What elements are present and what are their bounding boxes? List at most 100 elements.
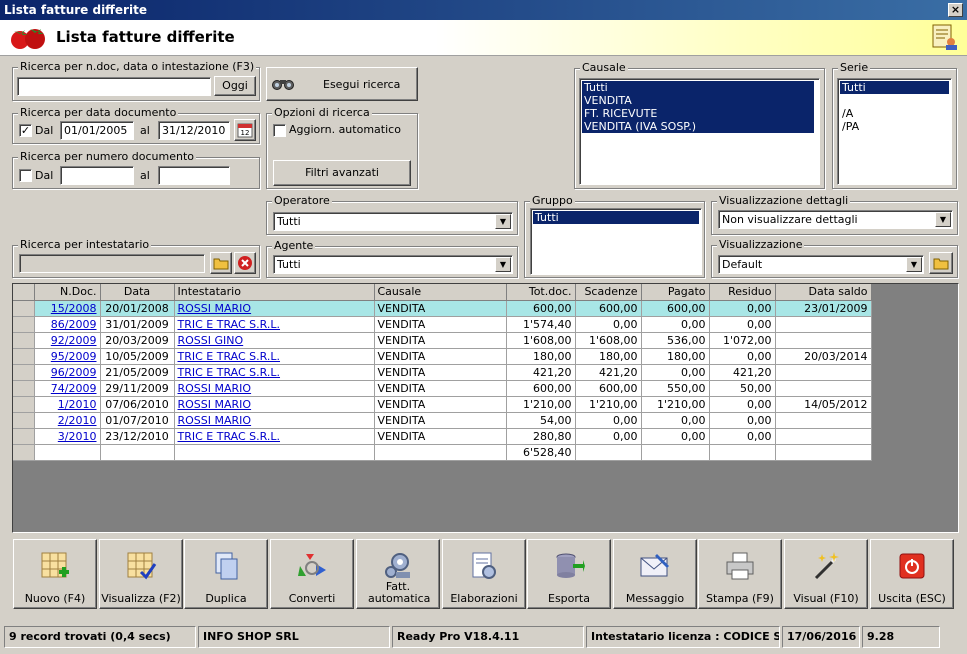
users-list-icon[interactable] — [931, 23, 959, 51]
doc-number-link[interactable]: 1/2010 — [58, 398, 97, 411]
customer-link[interactable]: ROSSI GINO — [178, 334, 244, 347]
gruppo-item[interactable]: Tutti — [533, 211, 699, 224]
table-cell: TRIC E TRAC S.R.L. — [174, 316, 375, 333]
chevron-down-icon[interactable]: ▼ — [935, 212, 951, 227]
table-cell: 1'210,00 — [506, 396, 576, 413]
row-selector[interactable] — [13, 396, 35, 413]
number-from-checkbox[interactable] — [19, 169, 32, 182]
doc-number-link[interactable]: 95/2009 — [51, 350, 97, 363]
column-header[interactable]: N.Doc. — [34, 284, 101, 301]
date-from-checkbox[interactable]: ✓ — [19, 124, 32, 137]
column-header[interactable]: Tot.doc. — [506, 284, 576, 301]
toolbar-button-convert[interactable]: Converti — [270, 539, 354, 609]
doc-number-link[interactable]: 15/2008 — [51, 302, 97, 315]
number-from-input[interactable] — [60, 166, 134, 185]
today-button[interactable]: Oggi — [214, 76, 256, 96]
row-selector[interactable] — [13, 348, 35, 365]
toolbar-button-wand[interactable]: Visual (F10) — [784, 539, 868, 609]
doc-number-link[interactable]: 74/2009 — [51, 382, 97, 395]
row-selector[interactable] — [13, 428, 35, 445]
causale-listbox[interactable]: Tutti VENDITA FT. RICEVUTE VENDITA (IVA … — [579, 78, 820, 185]
table-row[interactable]: 86/2009 31/01/2009 TRIC E TRAC S.R.L. VENDI… — [13, 316, 872, 333]
customer-link[interactable]: ROSSI MARIO — [178, 414, 252, 427]
text-search-input[interactable] — [17, 77, 211, 96]
details-view-select[interactable]: Non visualizzare dettagli ▼ — [718, 210, 953, 229]
toolbar-button-print[interactable]: Stampa (F9) — [698, 539, 782, 609]
column-header[interactable]: Data saldo — [775, 284, 872, 301]
column-header[interactable]: Pagato — [641, 284, 710, 301]
table-cell: 0,00 — [709, 396, 776, 413]
column-header[interactable]: Causale — [374, 284, 507, 301]
customer-link[interactable]: TRIC E TRAC S.R.L. — [178, 366, 281, 379]
date-to-input[interactable]: 31/12/2010 — [158, 121, 230, 140]
serie-item[interactable]: /A — [840, 107, 949, 120]
serie-item[interactable] — [840, 94, 949, 107]
number-from-label: Dal — [35, 169, 54, 182]
toolbar-button-message[interactable]: Messaggio — [613, 539, 697, 609]
agente-select[interactable]: Tutti ▼ — [273, 255, 513, 274]
doc-number-link[interactable]: 2/2010 — [58, 414, 97, 427]
column-header[interactable]: Intestatario — [174, 284, 375, 301]
serie-listbox[interactable]: Tutti /A /PA — [837, 78, 952, 185]
gruppo-listbox[interactable]: Tutti — [530, 208, 702, 275]
column-header[interactable]: Scadenze — [575, 284, 642, 301]
row-selector[interactable] — [13, 300, 35, 317]
doc-number-link[interactable]: 3/2010 — [58, 430, 97, 443]
row-selector[interactable] — [13, 316, 35, 333]
toolbar-button-exit[interactable]: Uscita (ESC) — [870, 539, 954, 609]
toolbar-button-auto-invoice[interactable]: Fatt. automatica — [356, 539, 440, 609]
number-to-input[interactable] — [158, 166, 230, 185]
table-row[interactable]: 92/2009 20/03/2009 ROSSI GINO VENDITA 1'608,… — [13, 332, 872, 349]
table-row[interactable]: 95/2009 10/05/2009 TRIC E TRAC S.R.L. VENDI… — [13, 348, 872, 365]
column-header[interactable]: Residuo — [709, 284, 776, 301]
causale-item[interactable]: VENDITA — [582, 94, 814, 107]
view-folder-button[interactable] — [929, 252, 953, 274]
intestatario-input[interactable] — [19, 254, 205, 273]
row-selector[interactable] — [13, 332, 35, 349]
chevron-down-icon[interactable]: ▼ — [495, 257, 511, 272]
table-row[interactable]: 1/2010 07/06/2010 ROSSI MARIO VENDITA 1'210,… — [13, 396, 872, 413]
doc-number-link[interactable]: 86/2009 — [51, 318, 97, 331]
customer-link[interactable]: ROSSI MARIO — [178, 382, 252, 395]
toolbar-button-view[interactable]: Visualizza (F2) — [99, 539, 183, 609]
toolbar-button-duplicate[interactable]: Duplica — [184, 539, 268, 609]
table-row[interactable]: 96/2009 21/05/2009 TRIC E TRAC S.R.L. VENDI… — [13, 364, 872, 381]
customer-link[interactable]: ROSSI MARIO — [178, 398, 252, 411]
table-row[interactable]: 74/2009 29/11/2009 ROSSI MARIO VENDITA 600,0… — [13, 380, 872, 397]
auto-update-checkbox[interactable] — [273, 124, 286, 137]
table-row[interactable]: 3/2010 23/12/2010 TRIC E TRAC S.R.L. VENDIT… — [13, 428, 872, 445]
row-selector[interactable] — [13, 364, 35, 381]
toolbar-button-processing[interactable]: Elaborazioni — [442, 539, 526, 609]
doc-number-link[interactable]: 96/2009 — [51, 366, 97, 379]
folder-button[interactable] — [210, 252, 232, 274]
serie-item[interactable]: Tutti — [840, 81, 949, 94]
invoice-grid[interactable]: N.Doc. Data Intestatario Causale Tot.doc… — [12, 283, 959, 533]
column-header[interactable]: Data — [100, 284, 175, 301]
clear-button[interactable] — [234, 252, 256, 274]
table-row[interactable]: 2/2010 01/07/2010 ROSSI MARIO VENDITA 54,00 0… — [13, 412, 872, 429]
causale-item[interactable]: FT. RICEVUTE — [582, 107, 814, 120]
causale-item[interactable]: VENDITA (IVA SOSP.) — [582, 120, 814, 133]
advanced-filters-button[interactable]: Filtri avanzati — [273, 160, 411, 186]
row-selector[interactable] — [13, 380, 35, 397]
customer-link[interactable]: ROSSI MARIO — [178, 302, 252, 315]
table-row[interactable]: 15/2008 20/01/2008 ROSSI MARIO VENDITA 600,0… — [13, 300, 872, 317]
calendar-button[interactable]: 12 — [234, 119, 256, 141]
toolbar-button-export[interactable]: Esporta — [527, 539, 611, 609]
chevron-down-icon[interactable]: ▼ — [495, 214, 511, 229]
date-from-input[interactable]: 01/01/2005 — [60, 121, 134, 140]
serie-item[interactable]: /PA — [840, 120, 949, 133]
customer-link[interactable]: TRIC E TRAC S.R.L. — [178, 318, 281, 331]
toolbar-button-new[interactable]: Nuovo (F4) — [13, 539, 97, 609]
chevron-down-icon[interactable]: ▼ — [906, 257, 922, 272]
customer-link[interactable]: TRIC E TRAC S.R.L. — [178, 350, 281, 363]
search-execute-button[interactable]: Esegui ricerca — [266, 67, 418, 101]
row-selector[interactable] — [13, 412, 35, 429]
view-select[interactable]: Default ▼ — [718, 255, 924, 274]
close-button[interactable]: × — [948, 3, 963, 17]
table-cell: 3/2010 — [34, 428, 101, 445]
operatore-select[interactable]: Tutti ▼ — [273, 212, 513, 231]
causale-item[interactable]: Tutti — [582, 81, 814, 94]
customer-link[interactable]: TRIC E TRAC S.R.L. — [178, 430, 281, 443]
doc-number-link[interactable]: 92/2009 — [51, 334, 97, 347]
